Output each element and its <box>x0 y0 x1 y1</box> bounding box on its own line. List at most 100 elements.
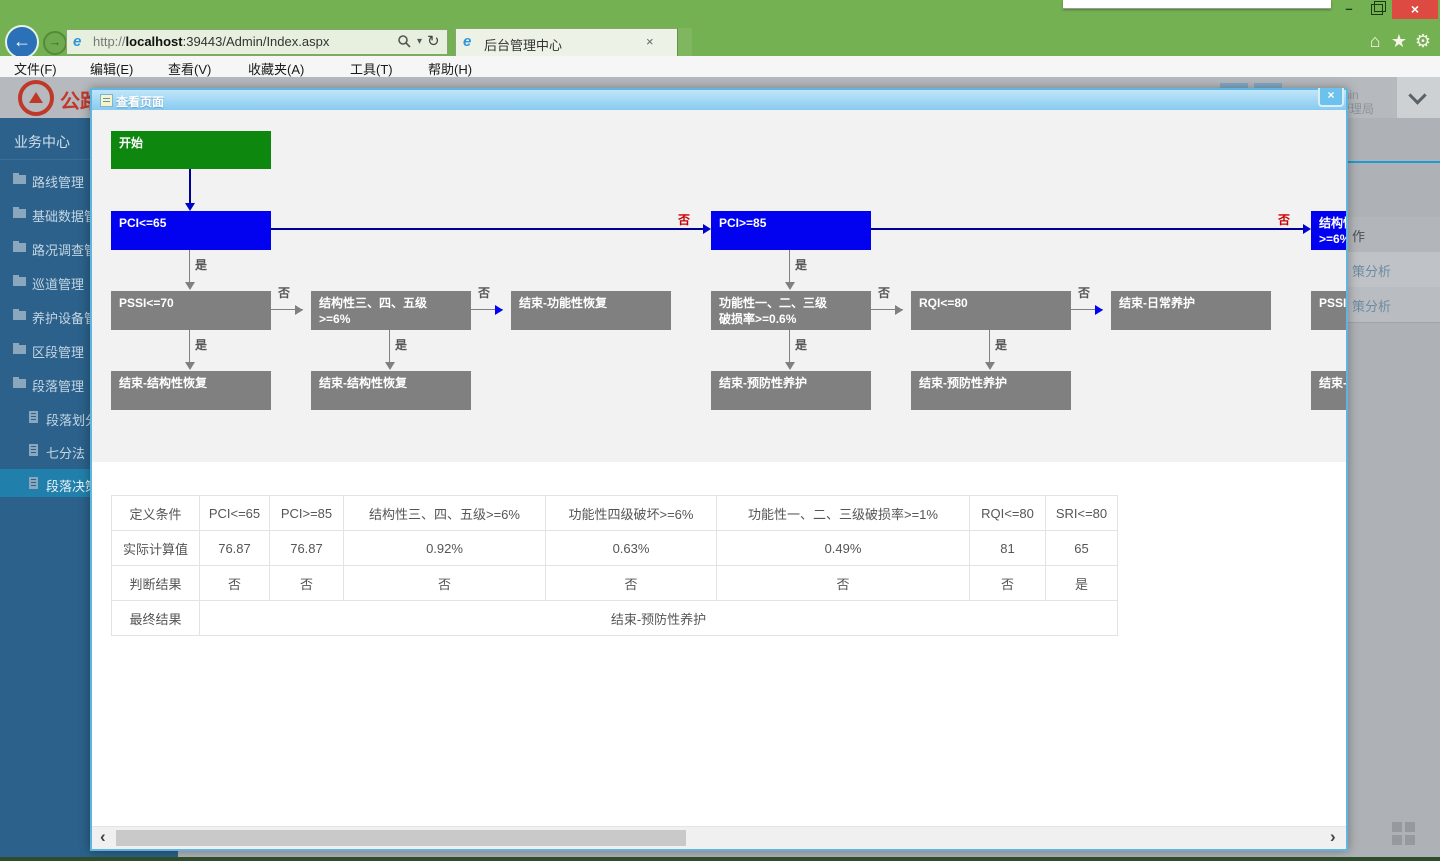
edge-label-yes: 是 <box>795 336 807 353</box>
edge-label-no: 否 <box>278 284 290 301</box>
ie-icon: e <box>73 34 89 50</box>
row-label: 定义条件 <box>112 496 200 531</box>
search-caret-icon[interactable]: ▾ <box>417 36 422 47</box>
flow-node-end-clipped: 结束- <box>1311 371 1346 410</box>
settings-gear-icon[interactable]: ⚙ <box>1412 30 1434 52</box>
horizontal-scrollbar[interactable]: ‹ › <box>92 826 1346 849</box>
cell: 81 <box>970 531 1046 566</box>
cell: 是 <box>1046 566 1118 601</box>
folder-icon <box>13 209 26 218</box>
ie-icon: e <box>463 34 479 50</box>
view-page-dialog: 查看页面 × 开始 PCI<=65 PCI>=85 结构性 >=6% PSSI<… <box>90 88 1348 851</box>
flow-node-pssi-clipped: PSSI< <box>1311 291 1346 330</box>
flow-node-end-functional-repair: 结束-功能性恢复 <box>511 291 671 330</box>
menu-file[interactable]: 文件(F) <box>14 59 57 78</box>
folder-icon <box>13 175 26 184</box>
sidebar-section-title: 业务中心 <box>14 132 70 152</box>
arrow-line <box>389 330 390 362</box>
arrowhead <box>495 305 503 315</box>
flow-node-end-structural-repair: 结束-结构性恢复 <box>311 371 471 410</box>
cell: 否 <box>970 566 1046 601</box>
folder-icon <box>13 277 26 286</box>
flow-node-pci-ge85: PCI>=85 <box>711 211 871 250</box>
window-restore-button[interactable] <box>1363 0 1391 19</box>
flow-node-end-preventive: 结束-预防性养护 <box>911 371 1071 410</box>
flow-node-rqi-le80: RQI<=80 <box>911 291 1071 330</box>
cell: PCI<=65 <box>200 496 270 531</box>
menu-favorites[interactable]: 收藏夹(A) <box>248 59 304 78</box>
scrollbar-thumb[interactable] <box>116 830 686 846</box>
scroll-right-icon[interactable]: › <box>1330 827 1336 847</box>
window-minimize-button[interactable]: – <box>1335 0 1363 19</box>
cell: 否 <box>200 566 270 601</box>
folder-icon <box>13 243 26 252</box>
arrowhead <box>895 305 903 315</box>
arrow-line <box>789 330 790 362</box>
flow-node-start: 开始 <box>111 131 271 169</box>
menu-tools[interactable]: 工具(T) <box>350 59 393 78</box>
grid-squares-icon[interactable] <box>1392 822 1415 845</box>
cell: 功能性一、二、三级破损率>=1% <box>717 496 970 531</box>
arrow-line <box>789 250 790 282</box>
favorites-star-icon[interactable]: ★ <box>1388 30 1410 52</box>
folder-icon <box>13 379 26 388</box>
bg-link-decision-analysis[interactable]: 策分析 <box>1348 287 1440 323</box>
dialog-header[interactable]: 查看页面 × <box>92 90 1346 110</box>
arrowhead <box>985 362 995 370</box>
background-content: 作 策分析 策分析 <box>1348 118 1440 857</box>
table-row-computed: 实际计算值 76.87 76.87 0.92% 0.63% 0.49% 81 6… <box>112 531 1118 566</box>
cell: SRI<=80 <box>1046 496 1118 531</box>
flow-node-functional-123: 功能性一、二、三级 破损率>=0.6% <box>711 291 871 330</box>
menu-view[interactable]: 查看(V) <box>168 59 211 78</box>
window-bottom-border <box>0 857 1440 861</box>
search-icon[interactable] <box>397 34 411 51</box>
header-dropdown[interactable] <box>1397 77 1440 118</box>
new-tab-button[interactable] <box>677 28 692 56</box>
menu-edit[interactable]: 编辑(E) <box>90 59 133 78</box>
menu-help[interactable]: 帮助(H) <box>428 59 472 78</box>
menu-bar: 文件(F) 编辑(E) 查看(V) 收藏夹(A) 工具(T) 帮助(H) <box>0 56 1440 78</box>
bg-link-decision-analysis[interactable]: 策分析 <box>1348 252 1440 288</box>
arrowhead <box>295 305 303 315</box>
tab-close-icon[interactable]: × <box>646 34 654 49</box>
row-label: 判断结果 <box>112 566 200 601</box>
cell: 76.87 <box>270 531 344 566</box>
window-close-button[interactable]: × <box>1392 0 1438 19</box>
browser-tab[interactable]: e 后台管理中心 × <box>455 28 678 57</box>
flow-node-pssi-le70: PSSI<=70 <box>111 291 271 330</box>
edge-label-yes: 是 <box>795 256 807 273</box>
edge-label-yes: 是 <box>395 336 407 353</box>
flow-node-end-daily-maintenance: 结束-日常养护 <box>1111 291 1271 330</box>
arrow-line <box>871 228 1303 230</box>
forward-button[interactable]: → <box>43 31 67 55</box>
dialog-title: 查看页面 <box>116 93 164 110</box>
arrowhead <box>185 203 195 211</box>
document-icon <box>29 411 38 423</box>
final-result-cell: 结束-预防性养护 <box>200 601 1118 636</box>
back-button[interactable]: ← <box>5 25 39 59</box>
table-row-judgement: 判断结果 否 否 否 否 否 否 是 <box>112 566 1118 601</box>
scroll-left-icon[interactable]: ‹ <box>100 827 106 847</box>
home-icon[interactable]: ⌂ <box>1364 30 1386 52</box>
arrow-line <box>271 228 703 230</box>
cell: 76.87 <box>200 531 270 566</box>
refresh-button[interactable]: ↻ <box>427 32 440 50</box>
cell: 0.92% <box>344 531 546 566</box>
screen: – × ← → e http://localhost:39443/Admin/I… <box>0 0 1440 861</box>
cell: 0.63% <box>546 531 717 566</box>
edge-label-yes: 是 <box>195 336 207 353</box>
cell: PCI>=85 <box>270 496 344 531</box>
flow-node-end-preventive: 结束-预防性养护 <box>711 371 871 410</box>
url-text: http://localhost:39443/Admin/Index.aspx <box>93 34 329 49</box>
tooltip-remnant <box>1063 0 1331 9</box>
row-label: 最终结果 <box>112 601 200 636</box>
restore-icon <box>1371 4 1383 15</box>
address-bar[interactable]: e http://localhost:39443/Admin/Index.asp… <box>66 29 448 55</box>
arrowhead <box>385 362 395 370</box>
tab-underline <box>1348 161 1440 163</box>
dialog-close-button[interactable]: × <box>1318 88 1344 107</box>
dialog-body: 开始 PCI<=65 PCI>=85 结构性 >=6% PSSI<=70 结构性… <box>92 110 1346 849</box>
folder-icon <box>13 345 26 354</box>
cell: 否 <box>270 566 344 601</box>
cell: 功能性四级破坏>=6% <box>546 496 717 531</box>
